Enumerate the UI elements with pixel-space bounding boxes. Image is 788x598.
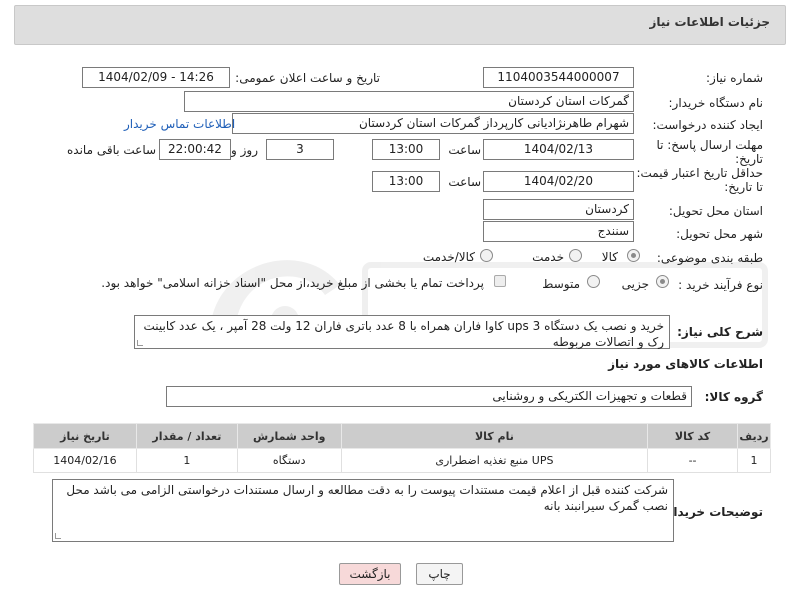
deadline-time-label: ساعت xyxy=(448,143,481,157)
description-label: شرح کلی نیاز: xyxy=(677,325,763,339)
resize-handle-icon[interactable] xyxy=(55,533,61,539)
deadline-date-field: 1404/02/13 xyxy=(483,139,634,160)
col-need-date: تاریخ نیاز xyxy=(33,423,137,449)
cell-row: 1 xyxy=(736,448,772,473)
buyer-notes-text: شرکت کننده قبل از اعلام قیمت مستندات پیو… xyxy=(66,483,668,513)
city-field: سنندج xyxy=(483,221,634,242)
days-field: 3 xyxy=(266,139,334,160)
process-option-minor: جزیی xyxy=(621,277,649,291)
validity-label: حداقل تاریخ اعتبار قیمت: xyxy=(636,166,763,180)
need-number-field: 1104003544000007 xyxy=(483,67,634,88)
resize-handle-icon[interactable] xyxy=(137,340,143,346)
page-title: جزئیات اطلاعات نیاز xyxy=(649,15,770,29)
province-field: کردستان xyxy=(483,199,634,220)
buyer-org-field: گمرکات استان کردستان xyxy=(184,91,634,112)
cell-quantity: 1 xyxy=(135,448,238,473)
cell-item-code: -- xyxy=(647,448,738,473)
deadline-time-field: 13:00 xyxy=(372,139,440,160)
cell-item-name: منبع تغذیه اضطراری UPS xyxy=(340,448,649,473)
city-label: شهر محل تحویل: xyxy=(676,227,763,241)
table-row: 1404/02/16 1 دستگاه منبع تغذیه اضطراری U… xyxy=(33,448,772,473)
category-radio-goods[interactable] xyxy=(627,249,640,262)
process-option-medium: متوسط xyxy=(542,277,580,291)
category-radio-service[interactable] xyxy=(569,249,582,262)
category-option-service: خدمت xyxy=(532,250,564,264)
remaining-time-field: 22:00:42 xyxy=(159,139,231,160)
validity-label-2: تا تاریخ: xyxy=(724,180,763,194)
goods-group-label: گروه کالا: xyxy=(704,390,763,404)
deadline-label-2: تاریخ: xyxy=(735,152,763,166)
print-button[interactable]: چاپ xyxy=(416,563,463,585)
goods-table: تاریخ نیاز تعداد / مقدار واحد شمارش نام … xyxy=(33,423,772,473)
process-radio-medium[interactable] xyxy=(587,275,600,288)
category-option-goods-service: کالا/خدمت xyxy=(422,250,475,264)
description-text: خرید و نصب یک دستگاه ups 3 کاوا فاران هم… xyxy=(143,319,664,349)
back-button[interactable]: بازگشت xyxy=(339,563,401,585)
days-label: روز و xyxy=(231,143,258,157)
treasury-payment-checkbox[interactable] xyxy=(494,275,506,287)
goods-group-field: قطعات و تجهیزات الکتریکی و روشنایی xyxy=(166,386,692,407)
goods-table-header: تاریخ نیاز تعداد / مقدار واحد شمارش نام … xyxy=(33,423,772,449)
deadline-label: مهلت ارسال پاسخ: تا xyxy=(656,138,763,152)
requester-label: ایجاد کننده درخواست: xyxy=(652,118,763,132)
category-label: طبقه بندی موضوعی: xyxy=(656,251,763,265)
cell-need-date: 1404/02/16 xyxy=(33,448,137,473)
buyer-notes-textarea[interactable]: شرکت کننده قبل از اعلام قیمت مستندات پیو… xyxy=(52,479,674,542)
cell-unit: دستگاه xyxy=(236,448,342,473)
col-unit: واحد شمارش xyxy=(236,423,342,449)
goods-section-title: اطلاعات کالاهای مورد نیاز xyxy=(608,357,763,371)
announce-field: 1404/02/09 - 14:26 xyxy=(82,67,230,88)
process-label: نوع فرآیند خرید : xyxy=(678,278,763,292)
announce-label: تاریخ و ساعت اعلان عمومی: xyxy=(235,71,380,85)
need-number-label: شماره نیاز: xyxy=(706,71,763,85)
category-option-goods: کالا xyxy=(601,250,618,264)
col-item-name: نام کالا xyxy=(340,423,649,449)
requester-field: شهرام طاهرنژادیانی کارپرداز گمرکات استان… xyxy=(232,113,634,134)
remaining-label: ساعت باقی مانده xyxy=(67,143,157,157)
col-item-code: کد کالا xyxy=(647,423,738,449)
validity-time-field: 13:00 xyxy=(372,171,440,192)
category-radio-goods-service[interactable] xyxy=(480,249,493,262)
buyer-contact-link[interactable]: اطلاعات تماس خریدار xyxy=(124,117,235,131)
process-radio-minor[interactable] xyxy=(656,275,669,288)
province-label: استان محل تحویل: xyxy=(668,204,763,218)
buyer-notes-label: توضیحات خریدار: xyxy=(661,505,763,519)
payment-note: پرداخت تمام یا بخشی از مبلغ خرید،از محل … xyxy=(101,276,484,290)
col-quantity: تعداد / مقدار xyxy=(135,423,238,449)
validity-time-label: ساعت xyxy=(448,175,481,189)
buyer-org-label: نام دستگاه خریدار: xyxy=(668,96,764,110)
col-row: ردیف xyxy=(736,423,772,449)
validity-date-field: 1404/02/20 xyxy=(483,171,634,192)
description-textarea[interactable]: خرید و نصب یک دستگاه ups 3 کاوا فاران هم… xyxy=(134,315,670,349)
